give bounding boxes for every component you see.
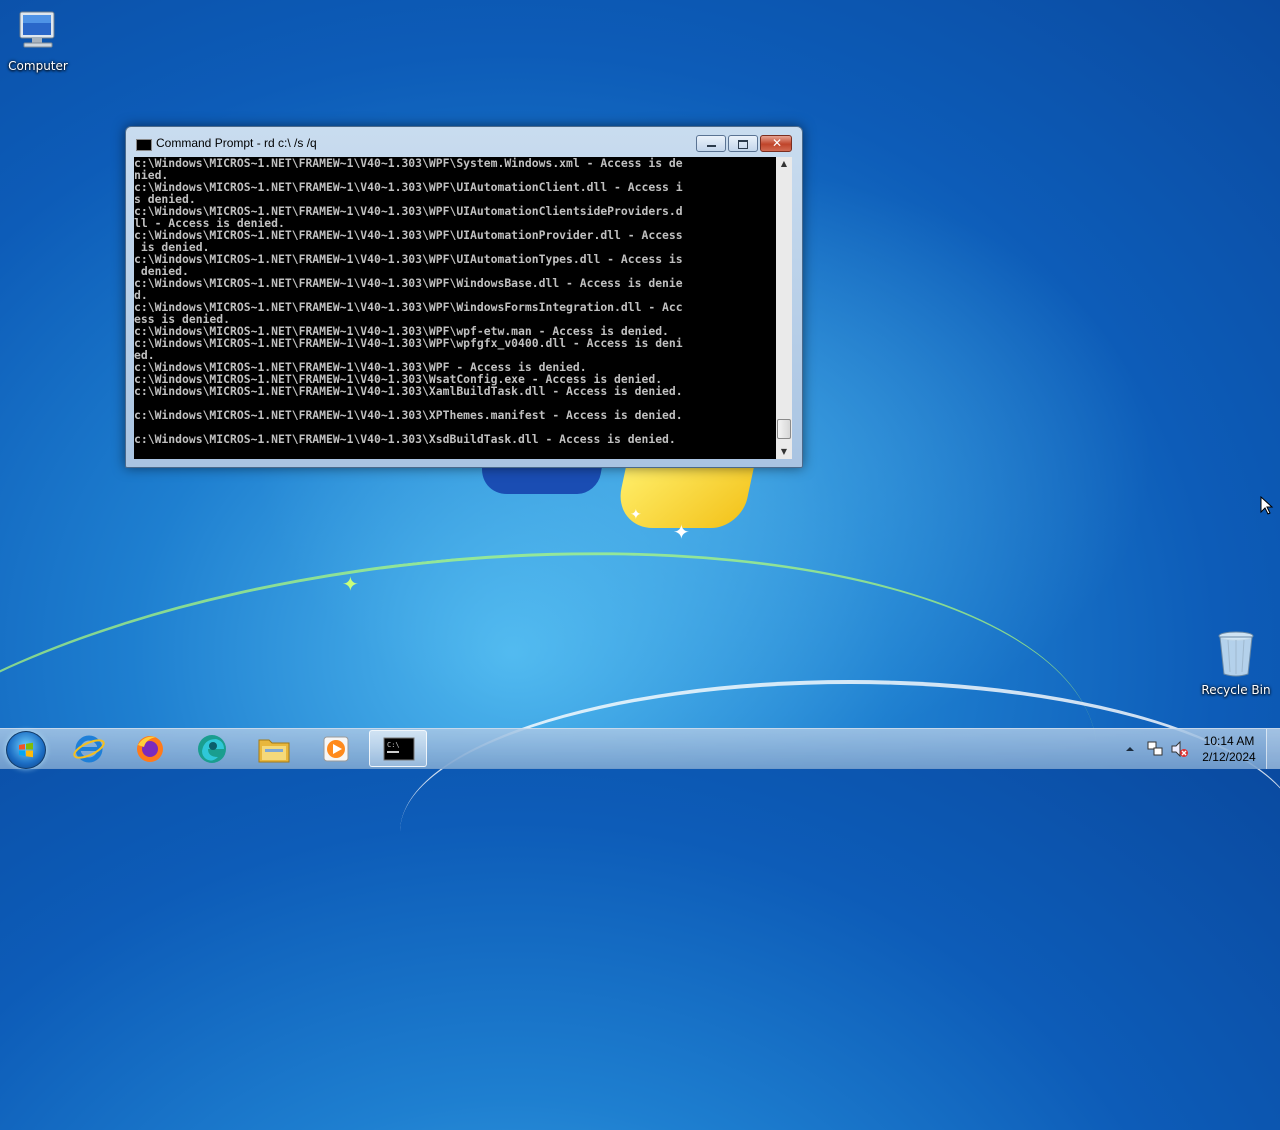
- windows-flag-icon: [19, 742, 33, 758]
- chevron-up-icon: [1126, 747, 1134, 751]
- scrollbar-thumb[interactable]: [777, 419, 791, 439]
- background-swoosh: [400, 680, 1280, 984]
- start-button[interactable]: [6, 731, 46, 769]
- taskbar-file-explorer[interactable]: [245, 730, 303, 767]
- scroll-down-arrow-icon[interactable]: ▼: [776, 445, 792, 459]
- close-icon: ✕: [772, 136, 783, 150]
- console-line: c:\Windows\MICROS~1.NET\FRAMEW~1\V40~1.3…: [134, 276, 683, 290]
- media-player-icon: [323, 736, 349, 762]
- window-title: Command Prompt - rd c:\ /s /q: [156, 136, 317, 150]
- desktop-icon-computer[interactable]: Computer: [0, 8, 76, 73]
- sparkle-icon: ✦: [342, 572, 359, 596]
- console-line: c:\Windows\MICROS~1.NET\FRAMEW~1\V40~1.3…: [134, 336, 683, 350]
- console-line: c:\Windows\MICROS~1.NET\FRAMEW~1\V40~1.3…: [134, 180, 683, 194]
- console-line: c:\Windows\MICROS~1.NET\FRAMEW~1\V40~1.3…: [134, 408, 683, 422]
- recycle-bin-icon: [1198, 630, 1274, 681]
- maximize-button[interactable]: [728, 135, 758, 152]
- taskbar-media-player[interactable]: [307, 730, 365, 767]
- scroll-up-arrow-icon[interactable]: ▲: [776, 157, 792, 171]
- console-line: c:\Windows\MICROS~1.NET\FRAMEW~1\V40~1.3…: [134, 228, 683, 242]
- sparkle-icon: ✦: [630, 507, 642, 523]
- taskbar: C:\ 10:14 AM 2/12/2024: [0, 728, 1280, 769]
- volume-muted-icon: [1171, 740, 1188, 758]
- cmd-window-icon: [136, 139, 152, 151]
- mouse-cursor-icon: [1260, 496, 1274, 515]
- minimize-icon: [707, 145, 716, 147]
- command-prompt-icon: C:\: [383, 737, 415, 761]
- computer-icon: [0, 8, 76, 57]
- console-output[interactable]: c:\Windows\MICROS~1.NET\FRAMEW~1\V40~1.3…: [134, 157, 776, 459]
- show-desktop-button[interactable]: [1266, 729, 1280, 769]
- vertical-scrollbar[interactable]: ▲ ▼: [776, 157, 792, 459]
- taskbar-firefox[interactable]: [121, 730, 179, 767]
- close-button[interactable]: ✕: [760, 135, 792, 152]
- console-line: c:\Windows\MICROS~1.NET\FRAMEW~1\V40~1.3…: [134, 432, 676, 446]
- svg-text:C:\: C:\: [387, 741, 400, 749]
- desktop-icon-recycle-bin[interactable]: Recycle Bin: [1198, 630, 1274, 697]
- sparkle-icon: ✦: [673, 520, 690, 544]
- maximize-icon: [738, 140, 748, 149]
- clock-date: 2/12/2024: [1202, 750, 1256, 764]
- console-line: c:\Windows\MICROS~1.NET\FRAMEW~1\V40~1.3…: [134, 384, 683, 398]
- file-explorer-icon: [258, 739, 290, 763]
- system-clock[interactable]: 10:14 AM 2/12/2024: [1196, 733, 1262, 765]
- edge-icon: [198, 735, 226, 763]
- command-prompt-window[interactable]: Command Prompt - rd c:\ /s /q ✕ c:\Windo…: [125, 126, 803, 468]
- volume-tray-button[interactable]: [1170, 740, 1188, 758]
- internet-explorer-icon: [73, 735, 105, 763]
- desktop-icon-label: Recycle Bin: [1201, 683, 1271, 697]
- show-hidden-icons-button[interactable]: [1124, 741, 1136, 755]
- console-line: c:\Windows\MICROS~1.NET\FRAMEW~1\V40~1.3…: [134, 157, 683, 170]
- desktop-icon-label: Computer: [8, 59, 68, 73]
- taskbar-internet-explorer[interactable]: [60, 730, 118, 767]
- network-icon: [1147, 741, 1163, 756]
- console-line: c:\Windows\MICROS~1.NET\FRAMEW~1\V40~1.3…: [134, 252, 683, 266]
- console-line: c:\Windows\MICROS~1.NET\FRAMEW~1\V40~1.3…: [134, 300, 683, 314]
- clock-time: 10:14 AM: [1203, 734, 1255, 748]
- firefox-icon: [137, 736, 163, 762]
- taskbar-edge[interactable]: [183, 730, 241, 767]
- minimize-button[interactable]: [696, 135, 726, 152]
- network-tray-button[interactable]: [1146, 740, 1164, 758]
- taskbar-command-prompt[interactable]: C:\: [369, 730, 427, 767]
- window-titlebar[interactable]: Command Prompt - rd c:\ /s /q ✕: [126, 127, 802, 157]
